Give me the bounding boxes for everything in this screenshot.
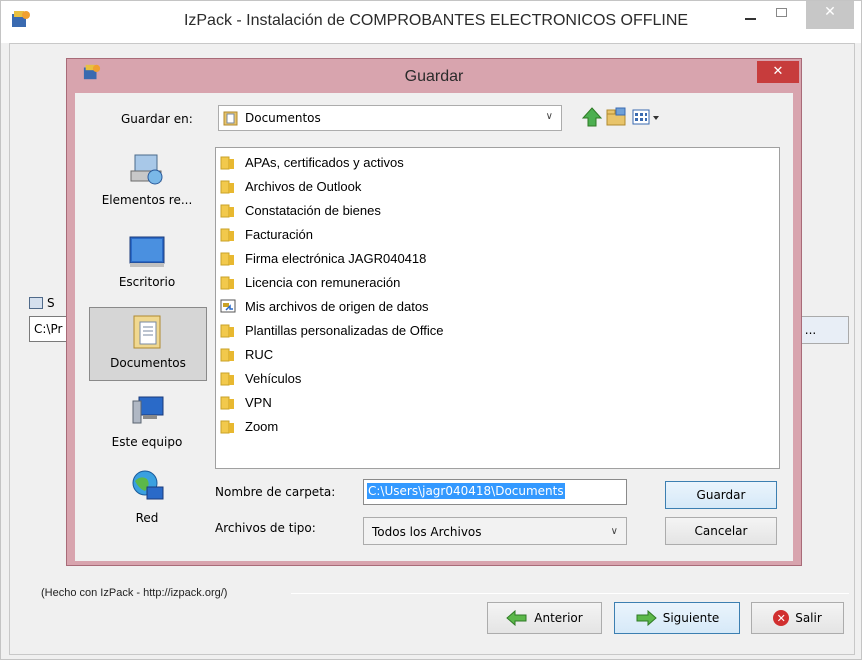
folder-icon [220, 348, 234, 362]
folder-icon [220, 156, 234, 170]
arrow-right-icon [636, 610, 657, 626]
places-bar: Elementos re... Escritorio Documentos Es… [85, 145, 213, 561]
folder-icon [220, 252, 234, 266]
drive-icon [29, 297, 43, 309]
documents-icon [133, 315, 161, 349]
list-item[interactable]: Vehículos [220, 367, 301, 389]
place-desktop[interactable]: Escritorio [89, 227, 207, 301]
recent-items-icon [130, 154, 163, 185]
folder-icon [220, 228, 234, 242]
save-in-label: Guardar en: [121, 112, 193, 126]
stop-icon: ✕ [773, 610, 790, 626]
list-item[interactable]: VPN [220, 391, 272, 413]
list-item[interactable]: Mis archivos de origen de datos [220, 295, 429, 317]
exit-button[interactable]: ✕ Salir [751, 602, 844, 634]
list-item[interactable]: RUC [220, 343, 273, 365]
save-button[interactable]: Guardar [665, 481, 777, 509]
folder-name-selected-text: C:\Users\jagr040418\Documents [367, 483, 565, 499]
maximize-button[interactable] [767, 1, 797, 29]
close-button[interactable]: ✕ [806, 1, 854, 29]
save-in-dropdown[interactable]: Documentos ∨ [218, 105, 562, 131]
minimize-icon [745, 18, 756, 20]
dialog-title-bar: Guardar ✕ [67, 59, 801, 93]
save-dialog: Guardar ✕ Guardar en: Documentos ∨ Eleme… [66, 58, 802, 566]
new-folder-icon[interactable] [605, 106, 627, 128]
list-item[interactable]: Constatación de bienes [220, 199, 381, 221]
folder-icon [220, 420, 234, 434]
arrow-left-icon [506, 610, 527, 626]
place-recent-items[interactable]: Elementos re... [89, 145, 207, 219]
list-item[interactable]: APAs, certificados y activos [220, 151, 404, 173]
folder-icon [220, 372, 234, 386]
folder-icon [220, 276, 234, 290]
list-item[interactable]: Facturación [220, 223, 313, 245]
network-icon [132, 470, 164, 500]
cancel-button[interactable]: Cancelar [665, 517, 777, 545]
minimize-button[interactable] [735, 1, 765, 29]
file-type-dropdown[interactable]: Todos los Archivos ∨ [363, 517, 627, 545]
dialog-title: Guardar [404, 68, 464, 85]
place-this-pc[interactable]: Este equipo [89, 387, 207, 461]
chevron-down-icon: ∨ [545, 111, 553, 122]
data-source-shortcut-icon [220, 299, 236, 313]
folder-name-input[interactable]: C:\Users\jagr040418\Documents [363, 479, 627, 505]
folder-icon [220, 396, 234, 410]
installer-title-bar: IzPack - Instalación de COMPROBANTES ELE… [1, 1, 861, 43]
place-documents[interactable]: Documentos [89, 307, 207, 381]
installer-title: IzPack - Instalación de COMPROBANTES ELE… [183, 12, 689, 29]
footer-divider [291, 593, 849, 594]
folder-icon [220, 204, 234, 218]
list-item[interactable]: Zoom [220, 415, 278, 437]
list-item[interactable]: Archivos de Outlook [220, 175, 361, 197]
documents-folder-icon [223, 111, 238, 126]
folder-icon [220, 324, 234, 338]
dialog-body: Guardar en: Documentos ∨ Elementos re...… [75, 93, 793, 561]
next-button[interactable]: Siguiente [614, 602, 740, 634]
dialog-close-button[interactable]: ✕ [757, 61, 799, 83]
close-icon: ✕ [772, 64, 784, 79]
previous-button[interactable]: Anterior [487, 602, 602, 634]
list-item[interactable]: Licencia con remuneración [220, 271, 400, 293]
folder-icon [220, 180, 234, 194]
list-item[interactable]: Plantillas personalizadas de Office [220, 319, 444, 341]
close-icon: ✕ [824, 4, 836, 20]
up-folder-icon[interactable] [581, 106, 603, 128]
maximize-icon [776, 8, 787, 17]
computer-icon [132, 396, 164, 424]
folder-name-label: Nombre de carpeta: [215, 485, 336, 499]
view-menu-icon[interactable] [631, 106, 661, 128]
chevron-down-icon: ∨ [610, 526, 618, 537]
place-network[interactable]: Red [89, 463, 207, 537]
desktop-icon [129, 236, 165, 267]
target-path-label: S [29, 296, 65, 312]
file-type-label: Archivos de tipo: [215, 521, 316, 535]
made-with-izpack: (Hecho con IzPack - http://izpack.org/) [41, 587, 228, 599]
list-item[interactable]: Firma electrónica JAGR040418 [220, 247, 426, 269]
file-list[interactable]: APAs, certificados y activos Archivos de… [215, 147, 780, 469]
